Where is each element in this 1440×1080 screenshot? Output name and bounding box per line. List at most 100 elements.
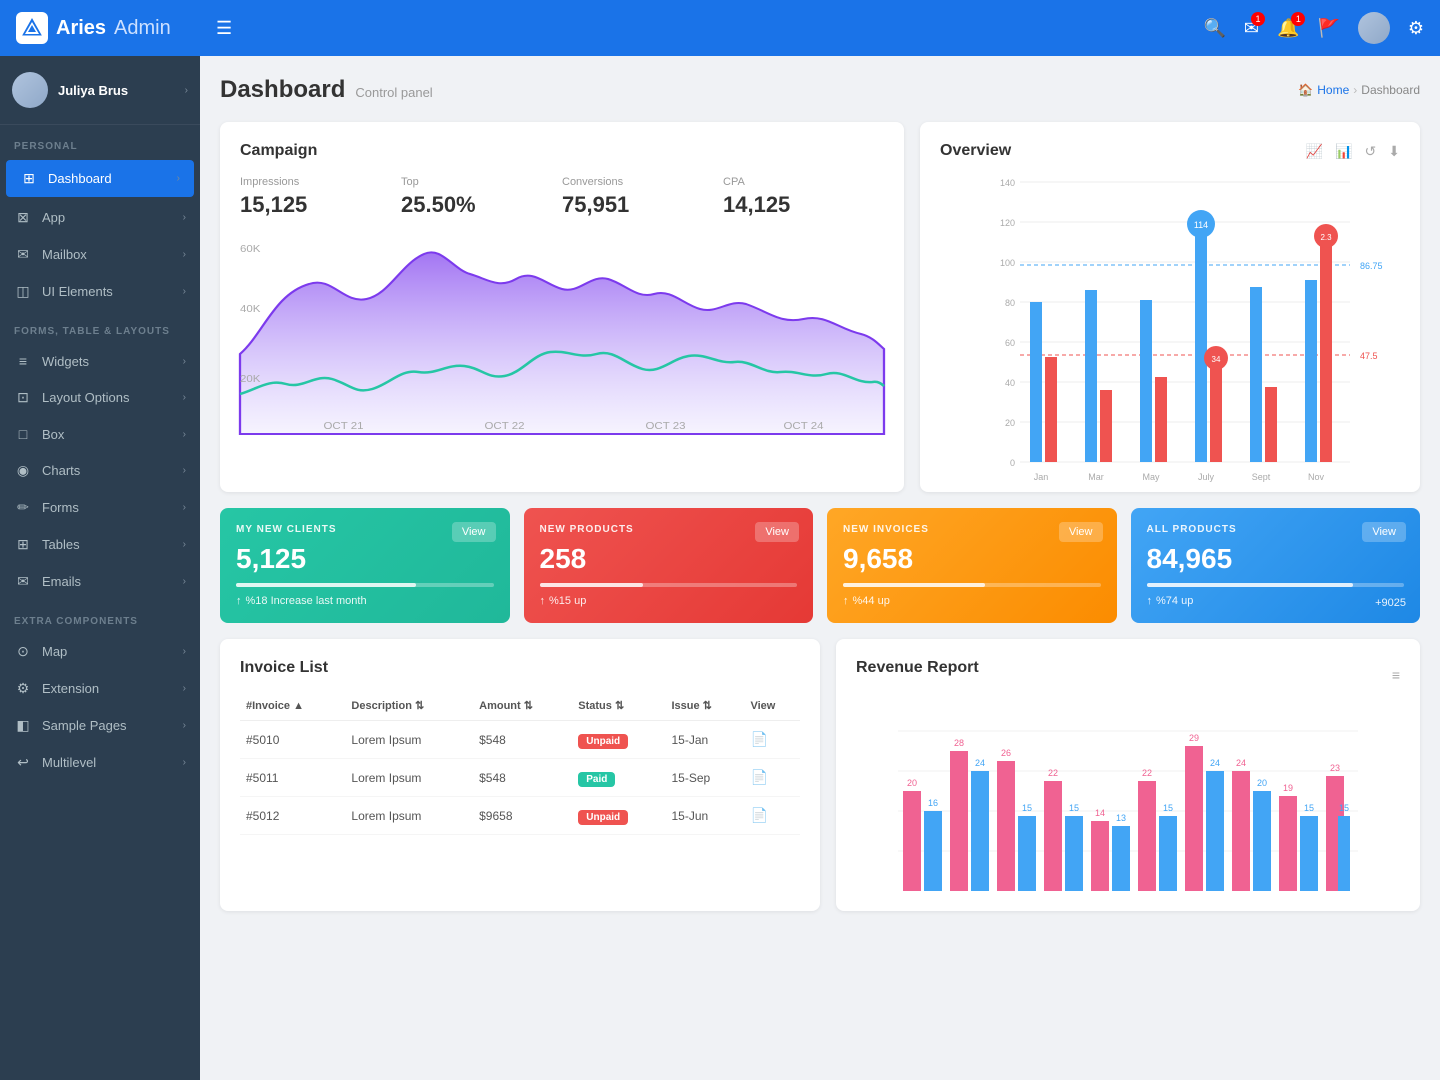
bar-chart-icon[interactable]: 📊 bbox=[1335, 143, 1352, 160]
sidebar-item-map[interactable]: ⊙ Map › bbox=[0, 633, 200, 670]
campaign-stat-cpa: CPA 14,125 bbox=[723, 176, 884, 218]
sidebar-item-label: UI Elements bbox=[42, 284, 173, 299]
refresh-icon[interactable]: ↺ bbox=[1365, 143, 1377, 160]
invoice-view-icon[interactable]: 📄 bbox=[744, 721, 800, 759]
invoice-view-icon[interactable]: 📄 bbox=[744, 759, 800, 797]
sidebar-item-label: Widgets bbox=[42, 354, 173, 369]
sidebar-user[interactable]: Juliya Brus › bbox=[0, 56, 200, 125]
col-status: Status ⇅ bbox=[572, 691, 665, 721]
line-chart-icon[interactable]: 📈 bbox=[1306, 143, 1323, 160]
bell-icon[interactable]: 🔔 1 bbox=[1277, 18, 1299, 39]
mail-icon[interactable]: ✉ 1 bbox=[1244, 18, 1259, 39]
svg-text:24: 24 bbox=[975, 758, 985, 768]
invoice-issue: 15-Sep bbox=[665, 759, 744, 797]
invoice-desc: Lorem Ipsum bbox=[345, 721, 473, 759]
download-icon[interactable]: ⬇ bbox=[1388, 143, 1400, 160]
search-icon[interactable]: 🔍 bbox=[1204, 18, 1226, 39]
svg-text:60: 60 bbox=[1005, 338, 1015, 348]
sidebar-item-label: Mailbox bbox=[42, 247, 173, 262]
stat-card-products-footer: ↑%15 up bbox=[540, 595, 798, 607]
sidebar-item-ui-elements[interactable]: ◫ UI Elements › bbox=[0, 273, 200, 310]
sidebar-item-app[interactable]: ⊠ App › bbox=[0, 199, 200, 236]
sidebar-item-label: Layout Options bbox=[42, 390, 173, 405]
invoice-view-icon[interactable]: 📄 bbox=[744, 797, 800, 835]
sidebar-item-label: Box bbox=[42, 427, 173, 442]
top-value: 25.50% bbox=[401, 192, 562, 218]
invoice-desc: Lorem Ipsum bbox=[345, 797, 473, 835]
stat-card-products-view-btn[interactable]: View bbox=[755, 522, 799, 542]
sidebar-item-widgets[interactable]: ≡ Widgets › bbox=[0, 343, 200, 379]
widgets-icon: ≡ bbox=[14, 353, 32, 369]
mail-icon: ✉ bbox=[14, 246, 32, 263]
svg-text:Mar: Mar bbox=[1088, 472, 1104, 482]
svg-text:OCT 23: OCT 23 bbox=[645, 421, 685, 432]
svg-text:OCT 24: OCT 24 bbox=[783, 421, 823, 432]
extension-icon: ⚙ bbox=[14, 680, 32, 697]
stat-card-invoices-view-btn[interactable]: View bbox=[1059, 522, 1103, 542]
svg-text:15: 15 bbox=[1163, 803, 1173, 813]
conversions-value: 75,951 bbox=[562, 192, 723, 218]
sidebar-item-multilevel[interactable]: ↩ Multilevel › bbox=[0, 744, 200, 781]
settings-icon[interactable]: ⚙ bbox=[1408, 18, 1424, 39]
stat-card-invoices-footer: ↑%44 up bbox=[843, 595, 1101, 607]
svg-text:14: 14 bbox=[1095, 808, 1105, 818]
col-description: Description ⇅ bbox=[345, 691, 473, 721]
sidebar-item-extension[interactable]: ⚙ Extension › bbox=[0, 670, 200, 707]
multilevel-icon: ↩ bbox=[14, 754, 32, 771]
sidebar-item-sample-pages[interactable]: ◧ Sample Pages › bbox=[0, 707, 200, 744]
stat-card-products: NEW PRODUCTS View 258 ↑%15 up bbox=[524, 508, 814, 623]
overview-icons: 📈 📊 ↺ ⬇ bbox=[1306, 143, 1400, 160]
stat-card-invoices-value: 9,658 bbox=[843, 543, 1101, 575]
bottom-row: Invoice List #Invoice ▲ Description ⇅ Am… bbox=[220, 639, 1420, 911]
box-icon: □ bbox=[14, 426, 32, 442]
sidebar-arrow-icon: › bbox=[183, 465, 186, 476]
stat-card-clients-view-btn[interactable]: View bbox=[452, 522, 496, 542]
svg-text:23: 23 bbox=[1330, 763, 1340, 773]
breadcrumb-home[interactable]: Home bbox=[1317, 83, 1349, 97]
sidebar-item-mailbox[interactable]: ✉ Mailbox › bbox=[0, 236, 200, 273]
sidebar-arrow-icon: › bbox=[183, 356, 186, 367]
revenue-menu-icon[interactable]: ≡ bbox=[1392, 667, 1400, 683]
sidebar-arrow-icon: › bbox=[183, 502, 186, 513]
invoice-status: Unpaid bbox=[572, 721, 665, 759]
stat-card-clients-footer: ↑%18 Increase last month bbox=[236, 595, 494, 607]
stat-card-all-view-btn[interactable]: View bbox=[1362, 522, 1406, 542]
sidebar-item-label: Sample Pages bbox=[42, 718, 173, 733]
sidebar-item-label: Dashboard bbox=[48, 171, 167, 186]
hamburger-button[interactable]: ☰ bbox=[216, 18, 232, 39]
stat-card-all-bar bbox=[1147, 583, 1405, 587]
invoice-number: #5012 bbox=[240, 797, 345, 835]
flag-icon[interactable]: 🚩 bbox=[1317, 18, 1339, 39]
col-amount: Amount ⇅ bbox=[473, 691, 572, 721]
sample-pages-icon: ◧ bbox=[14, 717, 32, 734]
impressions-label: Impressions bbox=[240, 176, 401, 188]
sidebar-item-emails[interactable]: ✉ Emails › bbox=[0, 563, 200, 600]
user-avatar[interactable] bbox=[1358, 12, 1390, 44]
section-extra: EXTRA COMPONENTS bbox=[0, 600, 200, 633]
invoice-status: Unpaid bbox=[572, 797, 665, 835]
campaign-stat-conversions: Conversions 75,951 bbox=[562, 176, 723, 218]
svg-text:40K: 40K bbox=[240, 304, 261, 315]
campaign-title: Campaign bbox=[240, 142, 884, 160]
sidebar-arrow-icon: › bbox=[183, 720, 186, 731]
sidebar-arrow-icon: › bbox=[183, 286, 186, 297]
svg-text:24: 24 bbox=[1210, 758, 1220, 768]
sidebar-item-charts[interactable]: ◉ Charts › bbox=[0, 452, 200, 489]
logo[interactable]: AriesAdmin bbox=[16, 12, 216, 44]
sidebar-item-forms[interactable]: ✏ Forms › bbox=[0, 489, 200, 526]
sidebar-item-tables[interactable]: ⊞ Tables › bbox=[0, 526, 200, 563]
svg-text:47.5: 47.5 bbox=[1360, 351, 1378, 361]
overview-title: Overview bbox=[940, 142, 1011, 160]
sidebar-arrow-icon: › bbox=[183, 683, 186, 694]
invoice-issue: 15-Jun bbox=[665, 797, 744, 835]
page-subtitle: Control panel bbox=[355, 85, 432, 100]
svg-text:40: 40 bbox=[1005, 378, 1015, 388]
stat-card-products-value: 258 bbox=[540, 543, 798, 575]
sidebar-item-box[interactable]: □ Box › bbox=[0, 416, 200, 452]
table-row: #5010 Lorem Ipsum $548 Unpaid 15-Jan 📄 bbox=[240, 721, 800, 759]
svg-text:20: 20 bbox=[907, 778, 917, 788]
stat-card-invoices: NEW INVOICES View 9,658 ↑%44 up bbox=[827, 508, 1117, 623]
sidebar-item-dashboard[interactable]: ⊞ Dashboard › bbox=[6, 160, 194, 197]
sidebar-item-layout[interactable]: ⊡ Layout Options › bbox=[0, 379, 200, 416]
overview-card: Overview 📈 📊 ↺ ⬇ bbox=[920, 122, 1420, 492]
